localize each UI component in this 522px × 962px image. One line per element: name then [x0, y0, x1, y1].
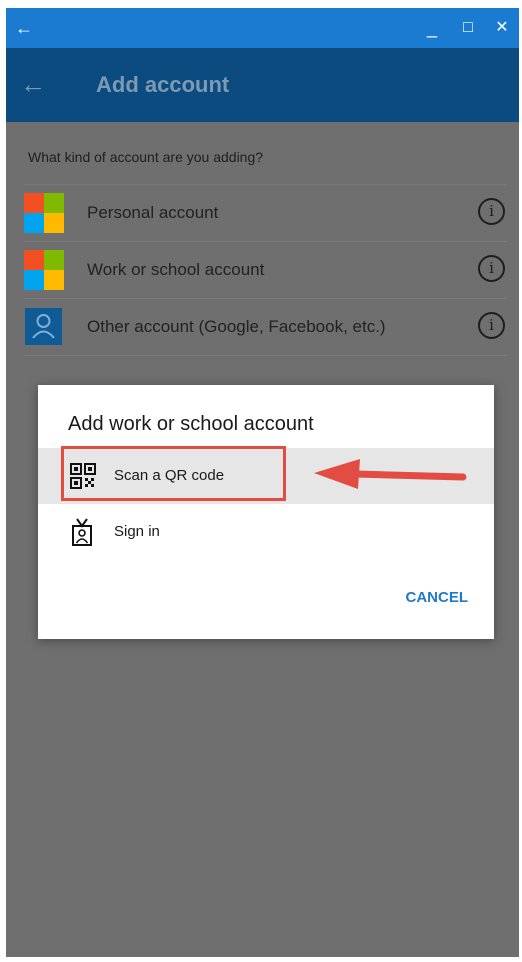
sign-in-label: Sign in — [114, 523, 160, 540]
person-icon — [25, 308, 62, 345]
account-option-label: Personal account — [87, 203, 219, 222]
app-window: ← _ □ ✕ ← Add account What kind of accou… — [6, 8, 519, 957]
nav-back-button[interactable]: ← — [20, 48, 46, 122]
sign-in-option[interactable]: Sign in — [38, 504, 494, 560]
info-icon[interactable]: i — [478, 198, 505, 225]
badge-icon — [70, 517, 96, 547]
cancel-button[interactable]: CANCEL — [406, 589, 469, 606]
add-work-school-dialog: Add work or school account Scan a QR cod… — [38, 385, 494, 639]
window-maximize-button[interactable]: □ — [456, 8, 480, 48]
account-option-work-school[interactable]: Work or school account i — [24, 241, 507, 298]
annotation-highlight-box — [61, 446, 286, 501]
microsoft-logo-icon — [24, 250, 64, 290]
info-icon[interactable]: i — [478, 312, 505, 339]
account-option-label: Other account (Google, Facebook, etc.) — [87, 317, 386, 336]
window-minimize-button[interactable]: _ — [420, 8, 444, 48]
account-type-question: What kind of account are you adding? — [28, 149, 264, 165]
page-title: Add account — [96, 72, 230, 97]
account-option-personal[interactable]: Personal account i — [24, 184, 507, 241]
app-toolbar: ← Add account — [6, 48, 519, 122]
window-back-button[interactable]: ← — [14, 8, 34, 48]
window-close-button[interactable]: ✕ — [490, 8, 514, 48]
microsoft-logo-icon — [24, 193, 64, 233]
account-option-other[interactable]: Other account (Google, Facebook, etc.) i — [24, 298, 507, 356]
account-option-label: Work or school account — [87, 260, 265, 279]
dialog-title: Add work or school account — [68, 413, 314, 435]
annotation-arrow-icon — [314, 459, 467, 489]
info-icon[interactable]: i — [478, 255, 505, 282]
window-title-bar: ← _ □ ✕ — [6, 8, 519, 48]
